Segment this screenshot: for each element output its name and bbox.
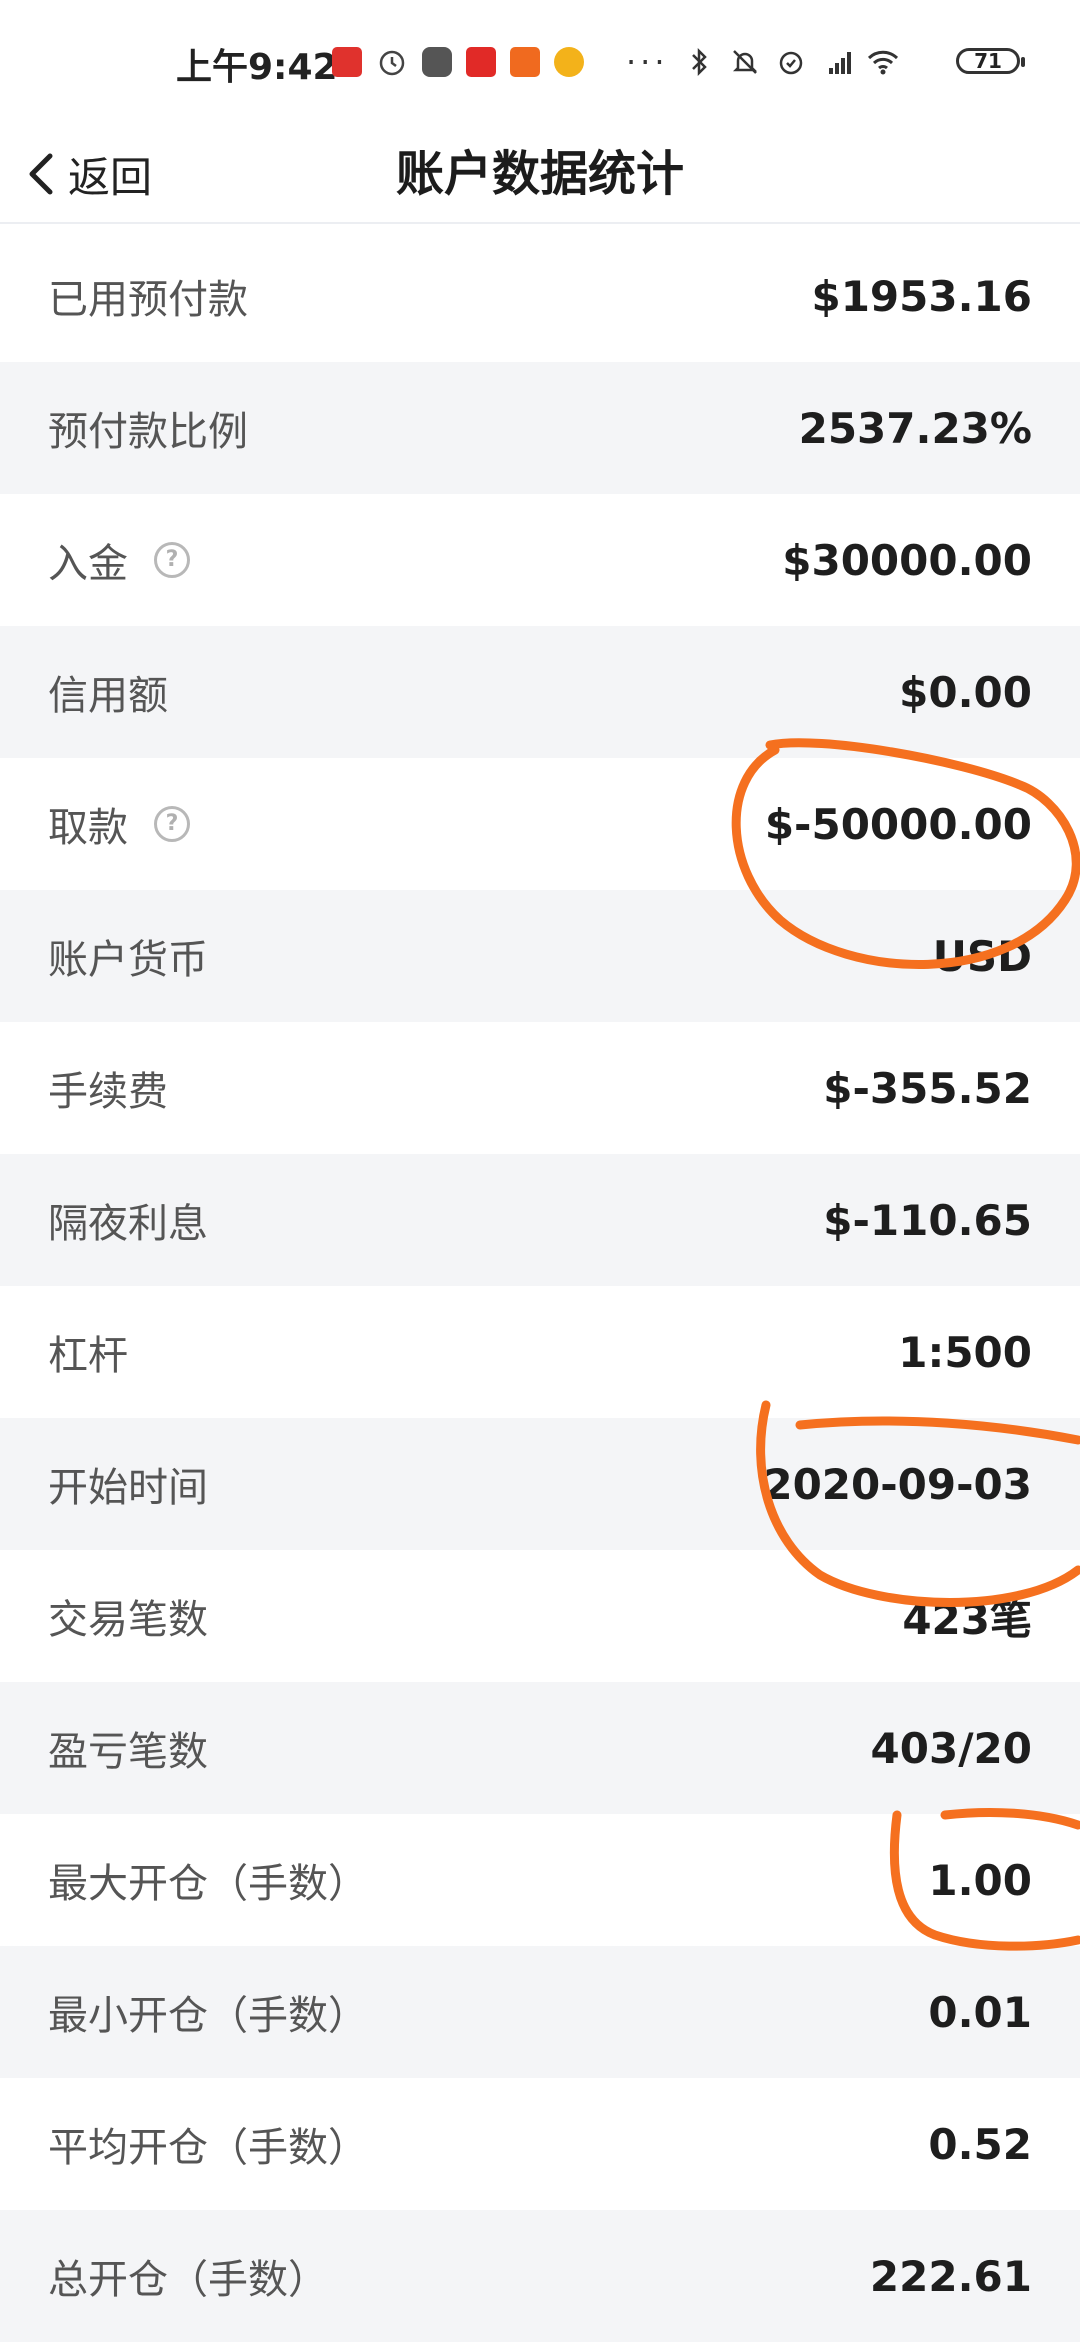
stat-label-wrap: 已用预付款	[48, 267, 248, 325]
stat-row: 隔夜利息 $-110.65	[0, 1154, 1080, 1286]
stat-row: 总开仓（手数） 222.61	[0, 2210, 1080, 2342]
page-title: 账户数据统计	[395, 146, 684, 202]
stat-label: 账户货币	[48, 937, 208, 983]
stat-label-wrap: 隔夜利息	[48, 1191, 208, 1249]
app-notification-icon	[510, 47, 540, 77]
alarm-icon	[779, 51, 802, 75]
stat-label: 隔夜利息	[48, 1201, 208, 1247]
stat-row: 信用额 $0.00	[0, 626, 1080, 758]
stat-value: USD	[932, 931, 1032, 981]
stat-row: 账户货币 USD	[0, 890, 1080, 1022]
back-label: 返回	[68, 152, 153, 202]
stat-value: 0.52	[928, 2119, 1032, 2169]
stat-label: 已用预付款	[48, 277, 248, 323]
stat-label-wrap: 入金?	[48, 531, 190, 589]
stat-label-wrap: 盈亏笔数	[48, 1719, 208, 1777]
stat-value: $-50000.00	[764, 799, 1032, 849]
app-notification-icon	[466, 47, 496, 77]
stat-label-wrap: 最大开仓（手数）	[48, 1851, 368, 1909]
stat-label-wrap: 开始时间	[48, 1455, 208, 1513]
more-notifications-icon: ···	[626, 43, 669, 81]
stat-value: $-110.65	[823, 1195, 1032, 1245]
chevron-left-icon	[29, 153, 53, 195]
stat-value: 2020-09-03	[763, 1459, 1032, 1509]
stat-row: 最大开仓（手数） 1.00	[0, 1814, 1080, 1946]
stat-label-wrap: 杠杆	[48, 1323, 128, 1381]
stat-label: 最小开仓（手数）	[48, 1993, 368, 2039]
stat-value: $-355.52	[823, 1063, 1032, 1113]
stat-label: 入金	[48, 541, 128, 587]
status-time: 上午9:42	[176, 47, 338, 88]
stat-label: 最大开仓（手数）	[48, 1861, 368, 1907]
stat-row: 手续费 $-355.52	[0, 1022, 1080, 1154]
help-icon[interactable]: ?	[154, 806, 190, 842]
status-icons: ···	[332, 42, 899, 82]
stat-row: 最小开仓（手数） 0.01	[0, 1946, 1080, 2078]
stat-row: 交易笔数 423笔	[0, 1550, 1080, 1682]
app-notification-icon	[422, 47, 452, 77]
stat-label: 预付款比例	[48, 409, 248, 455]
stat-value: 2537.23%	[798, 403, 1032, 453]
stat-row: 入金? $30000.00	[0, 494, 1080, 626]
stat-label-wrap: 账户货币	[48, 927, 208, 985]
stat-label-wrap: 手续费	[48, 1059, 168, 1117]
stat-row: 已用预付款 $1953.16	[0, 230, 1080, 362]
stat-value: 0.01	[928, 1987, 1032, 2037]
battery-icon: 71	[956, 48, 1025, 74]
stat-value: 1.00	[928, 1855, 1032, 1905]
stat-value: 222.61	[869, 2251, 1032, 2301]
stat-label-wrap: 取款?	[48, 795, 190, 853]
status-bar: 上午9:42 ··· 71	[0, 0, 1080, 126]
stat-label-wrap: 平均开仓（手数）	[48, 2115, 368, 2173]
stat-value: $1953.16	[811, 271, 1032, 321]
stat-label-wrap: 信用额	[48, 663, 168, 721]
alarm-clock-icon	[379, 50, 405, 76]
stat-label: 手续费	[48, 1069, 168, 1115]
stat-label-wrap: 最小开仓（手数）	[48, 1983, 368, 2041]
stat-label: 取款	[48, 805, 128, 851]
stat-value: $30000.00	[782, 535, 1032, 585]
stat-value: 403/20	[870, 1723, 1032, 1773]
stat-row: 开始时间 2020-09-03	[0, 1418, 1080, 1550]
stat-label-wrap: 交易笔数	[48, 1587, 208, 1645]
stat-row: 平均开仓（手数） 0.52	[0, 2078, 1080, 2210]
signal-hd-icon	[828, 52, 851, 74]
stat-value: 1:500	[898, 1327, 1032, 1377]
stat-row: 预付款比例 2537.23%	[0, 362, 1080, 494]
account-stats-list: 已用预付款 $1953.16 预付款比例 2537.23% 入金? $30000.00 信用…	[0, 230, 1080, 2342]
stat-label-wrap: 总开仓（手数）	[48, 2247, 328, 2305]
stat-label: 开始时间	[48, 1465, 208, 1511]
mute-icon	[732, 50, 757, 74]
stat-row: 杠杆 1:500	[0, 1286, 1080, 1418]
wifi-icon	[867, 50, 898, 75]
stat-row: 盈亏笔数 403/20	[0, 1682, 1080, 1814]
bluetooth-icon	[691, 47, 707, 77]
stat-label: 杠杆	[48, 1333, 128, 1379]
stat-label: 盈亏笔数	[48, 1729, 208, 1775]
stat-label: 总开仓（手数）	[48, 2257, 328, 2303]
nav-bar: 返回 账户数据统计	[0, 126, 1080, 224]
stat-label: 信用额	[48, 673, 168, 719]
app-notification-icon	[332, 47, 362, 77]
stat-label: 平均开仓（手数）	[48, 2125, 368, 2171]
stat-value: 423笔	[902, 1594, 1032, 1644]
stat-row: 取款? $-50000.00	[0, 758, 1080, 890]
weibo-icon	[554, 47, 584, 77]
help-icon[interactable]: ?	[154, 542, 190, 578]
stat-label-wrap: 预付款比例	[48, 399, 248, 457]
stat-label: 交易笔数	[48, 1597, 208, 1643]
back-button[interactable]: 返回	[24, 126, 152, 222]
stat-value: $0.00	[899, 667, 1032, 717]
